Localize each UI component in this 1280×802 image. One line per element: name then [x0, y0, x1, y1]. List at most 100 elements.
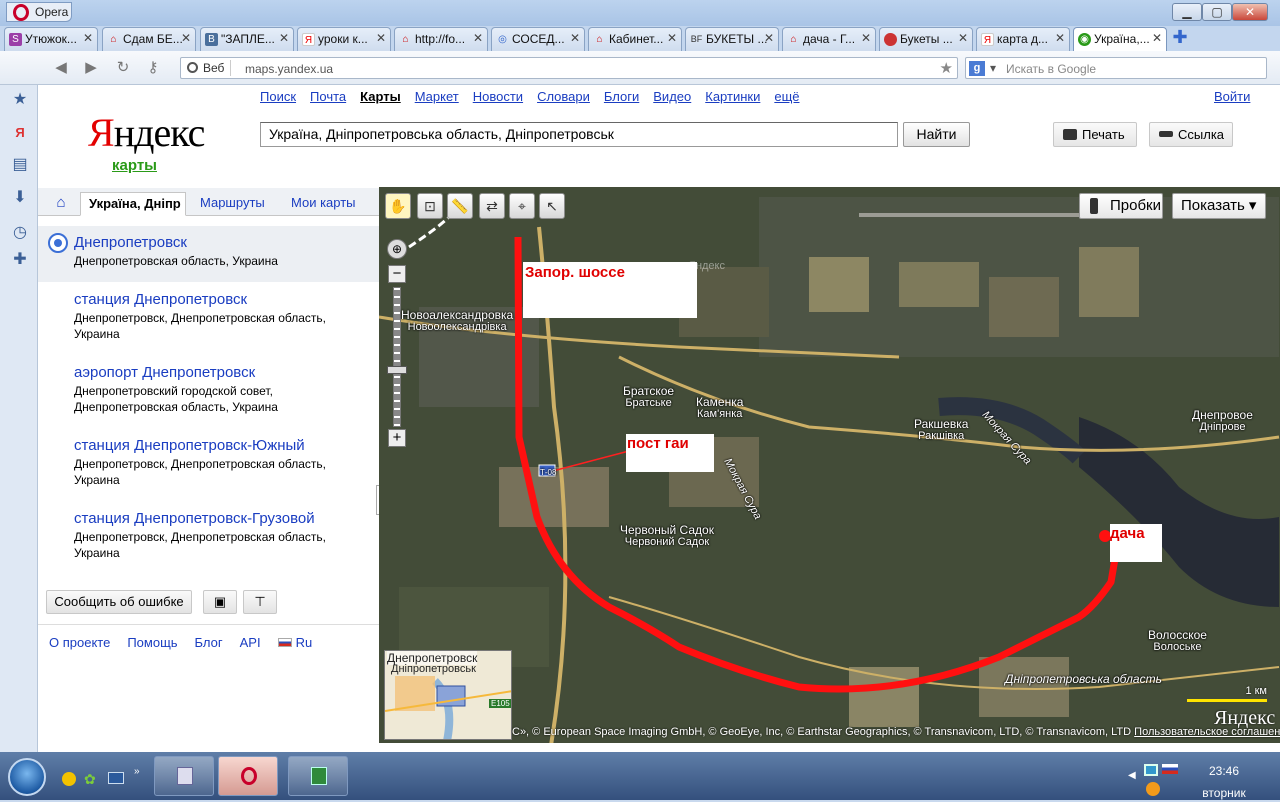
close-tab-icon[interactable]: ✕ — [473, 31, 483, 45]
tab-7[interactable]: BF БУКЕТЫ ... ✕ — [685, 27, 779, 51]
opera-menu-button[interactable]: Opera — [6, 2, 72, 22]
service-name-link[interactable]: карты — [112, 157, 157, 174]
system-clock[interactable]: 23:46 вторник — [1198, 762, 1250, 802]
forward-icon[interactable]: ▶ — [82, 60, 100, 76]
close-tab-icon[interactable]: ✕ — [861, 31, 871, 45]
find-button[interactable]: Найти — [903, 122, 970, 147]
result-item-4[interactable]: станция Днепропетровск-Грузовой Днепропет… — [38, 510, 358, 561]
key-icon[interactable]: ⚷ — [144, 60, 162, 76]
result-title[interactable]: станция Днепропетровск-Грузовой — [74, 510, 358, 527]
quicklaunch-app-icon[interactable] — [62, 772, 76, 786]
ruler-tool-icon[interactable]: 📏 — [447, 193, 473, 219]
url-field[interactable]: Веб maps.yandex.ua ★ — [180, 57, 958, 79]
result-item-0[interactable]: Днепропетровск Днепропетровская область, … — [38, 226, 379, 282]
tab-4[interactable]: ⌂ http://fo... ✕ — [394, 27, 488, 51]
tab-8[interactable]: ⌂ дача - Г... ✕ — [782, 27, 876, 51]
zoom-slider-handle[interactable] — [387, 366, 407, 374]
nav-blogs[interactable]: Блоги — [604, 89, 639, 104]
nav-mail[interactable]: Почта — [310, 89, 346, 104]
link-button[interactable]: Ссылка — [1149, 122, 1233, 147]
quicklaunch-more-icon[interactable]: » — [134, 766, 140, 777]
show-desktop-icon[interactable] — [108, 772, 124, 784]
tab-9[interactable]: Букеты ... ✕ — [879, 27, 973, 51]
info-pointer-tool-icon[interactable]: ↖ — [539, 193, 565, 219]
print-results-icon[interactable]: ▣ — [203, 590, 237, 614]
nav-video[interactable]: Видео — [653, 89, 691, 104]
footer-language[interactable]: Ru — [277, 635, 330, 650]
result-item-1[interactable]: станция Днепропетровск Днепропетровск, Дн… — [38, 291, 358, 342]
tab-10[interactable]: Якарта д... ✕ — [976, 27, 1070, 51]
network-icon[interactable] — [1144, 764, 1158, 776]
tab-0[interactable]: S Утюжок... ✕ — [4, 27, 98, 51]
overview-minimap[interactable]: Днепропетровск Дніпропетровськ E105 — [384, 650, 512, 740]
report-error-button[interactable]: Сообщить об ошибке — [46, 590, 192, 614]
zoom-slider-track[interactable] — [393, 287, 401, 427]
result-title[interactable]: станция Днепропетровск-Южный — [74, 437, 358, 454]
taskbar-document-app[interactable] — [154, 756, 214, 796]
footer-about[interactable]: О проекте — [49, 635, 110, 650]
close-tab-icon[interactable]: ✕ — [570, 31, 580, 45]
close-tab-icon[interactable]: ✕ — [667, 31, 677, 45]
zoom-box-tool-icon[interactable]: ⊡ — [417, 193, 443, 219]
zoom-in-button[interactable]: + — [388, 429, 406, 447]
tab-3[interactable]: Яуроки к... ✕ — [297, 27, 391, 51]
back-icon[interactable]: ◀ — [52, 60, 70, 76]
tab-routes[interactable]: Маршруты — [200, 192, 265, 216]
tab-2[interactable]: B "ЗАПЛЕ... ✕ — [200, 27, 294, 51]
yandex-panel-icon[interactable]: Я — [10, 123, 30, 143]
quicklaunch-flower-icon[interactable]: ✿ — [84, 772, 98, 786]
link-results-icon[interactable]: ⊤ — [243, 590, 277, 614]
map-search-input[interactable]: Україна, Дніпропетровська область, Дніпр… — [260, 122, 898, 147]
tab-11-active[interactable]: ◉ Україна,... ✕ — [1073, 27, 1167, 51]
close-tab-icon[interactable]: ✕ — [83, 31, 93, 45]
traffic-button[interactable]: Пробки — [1079, 193, 1163, 219]
start-button[interactable] — [8, 758, 46, 796]
yandex-logo[interactable]: Яндекс — [88, 109, 205, 156]
web-mode-badge[interactable]: Веб — [183, 60, 232, 76]
result-item-2[interactable]: аэропорт Днепропетровск Днепропетровский … — [38, 364, 358, 415]
notes-icon[interactable]: ▤ — [10, 155, 30, 175]
footer-blog[interactable]: Блог — [195, 635, 223, 650]
nav-images[interactable]: Картинки — [705, 89, 760, 104]
taskbar-opera[interactable] — [218, 756, 278, 796]
nav-maps[interactable]: Карты — [360, 89, 401, 104]
result-title[interactable]: станция Днепропетровск — [74, 291, 358, 308]
search-engine-dropdown-icon[interactable]: ▾ — [990, 61, 996, 75]
tab-1[interactable]: ⌂ Сдам БЕ... ✕ — [102, 27, 196, 51]
reload-icon[interactable]: ↻ — [114, 60, 132, 76]
tab-my-maps[interactable]: Мои карты — [291, 192, 356, 216]
tab-6[interactable]: ⌂ Кабинет... ✕ — [588, 27, 682, 51]
result-title[interactable]: Днепропетровск — [74, 234, 379, 251]
downloads-icon[interactable]: ⬇ — [10, 188, 30, 208]
close-tab-icon[interactable]: ✕ — [376, 31, 386, 45]
nav-news[interactable]: Новости — [473, 89, 523, 104]
close-tab-icon[interactable]: ✕ — [181, 31, 191, 45]
zoom-out-button[interactable]: − — [388, 265, 406, 283]
bookmarks-star-icon[interactable]: ★ — [10, 90, 30, 110]
close-tab-icon[interactable]: ✕ — [279, 31, 289, 45]
pan-compass-icon[interactable]: ⊕ — [387, 239, 407, 259]
close-tab-icon[interactable]: ✕ — [958, 31, 968, 45]
google-search-field[interactable]: g ▾ Искать в Google — [965, 57, 1267, 79]
new-tab-button[interactable]: ✚ — [1170, 28, 1190, 48]
placemark-tool-icon[interactable]: ⌖ — [509, 193, 535, 219]
tab-search-results[interactable]: Україна, Дніпр — [80, 192, 186, 216]
tray-app-icon[interactable] — [1146, 782, 1160, 796]
bookmark-star-icon[interactable]: ★ — [940, 59, 953, 77]
result-item-3[interactable]: станция Днепропетровск-Южный Днепропетров… — [38, 437, 358, 488]
tray-expand-icon[interactable]: ◀ — [1128, 770, 1136, 781]
maximize-button[interactable]: ▢ — [1202, 3, 1232, 21]
footer-help[interactable]: Помощь — [127, 635, 177, 650]
result-title[interactable]: аэропорт Днепропетровск — [74, 364, 358, 381]
home-tab-icon[interactable]: ⌂ — [46, 192, 76, 216]
history-icon[interactable]: ◷ — [10, 223, 30, 243]
print-button[interactable]: Печать — [1053, 122, 1137, 147]
route-tool-icon[interactable]: ⇄ — [479, 193, 505, 219]
close-tab-icon[interactable]: ✕ — [1055, 31, 1065, 45]
nav-market[interactable]: Маркет — [415, 89, 459, 104]
tab-5[interactable]: ◎ СОСЕД... ✕ — [491, 27, 585, 51]
add-panel-icon[interactable]: ✚ — [10, 250, 30, 270]
footer-api[interactable]: API — [240, 635, 261, 650]
nav-search[interactable]: Поиск — [260, 89, 296, 104]
hand-tool-icon[interactable]: ✋ — [385, 193, 411, 219]
